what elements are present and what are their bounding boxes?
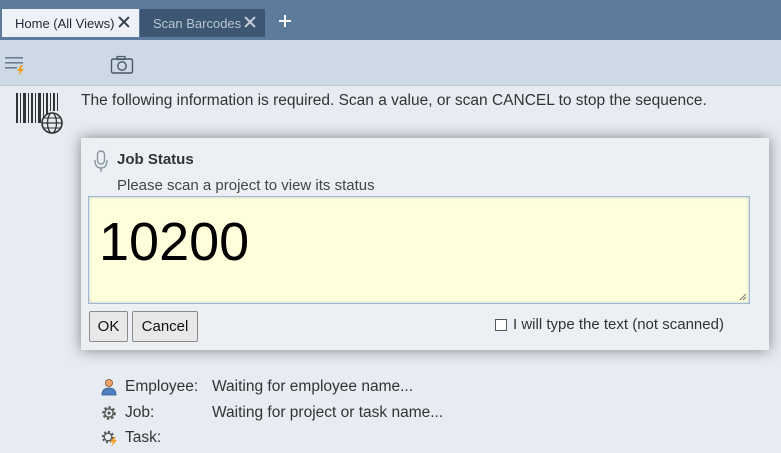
cancel-button[interactable]: Cancel [132,311,198,342]
gear-bolt-icon [101,430,117,447]
close-icon[interactable] [117,15,131,29]
type-text-checkbox[interactable] [495,318,507,331]
ok-button[interactable]: OK [89,311,128,342]
status-label: Task: [125,429,162,446]
tab-label: Home (All Views) [15,15,115,31]
instruction-text: The following information is required. S… [81,92,707,109]
close-icon[interactable] [243,15,257,29]
person-icon [101,379,117,396]
status-label: Employee: [125,378,199,395]
scan-input[interactable]: 10200 [88,196,750,304]
menu-lines-bolt-icon[interactable] [4,55,28,77]
tab-home-all-views[interactable]: Home (All Views) [2,9,139,37]
type-text-option[interactable]: I will type the text (not scanned) [495,316,724,333]
add-tab-plus-icon[interactable] [278,14,292,28]
barcode-globe-icon [16,93,63,134]
microphone-icon [94,150,108,172]
scan-value: 10200 [99,212,250,272]
status-value: Waiting for project or task name... [212,404,444,421]
type-text-checkbox-label: I will type the text (not scanned) [513,316,724,333]
tab-scan-barcodes[interactable]: Scan Barcodes [140,9,265,37]
camera-icon[interactable] [110,55,134,75]
resize-grip-icon[interactable] [739,293,747,301]
tab-bar: Home (All Views) Scan Barcodes [0,0,781,40]
dialog-subtitle: Please scan a project to view its status [117,177,375,194]
info-row: The following information is required. S… [0,86,781,136]
gear-icon [102,406,116,420]
toolbar [0,40,781,86]
status-value: Waiting for employee name... [212,378,414,395]
status-label: Job: [125,404,155,421]
dialog-title: Job Status [117,151,194,168]
tab-label: Scan Barcodes [153,15,242,31]
scan-dialog: Job Status Please scan a project to view… [81,138,769,350]
